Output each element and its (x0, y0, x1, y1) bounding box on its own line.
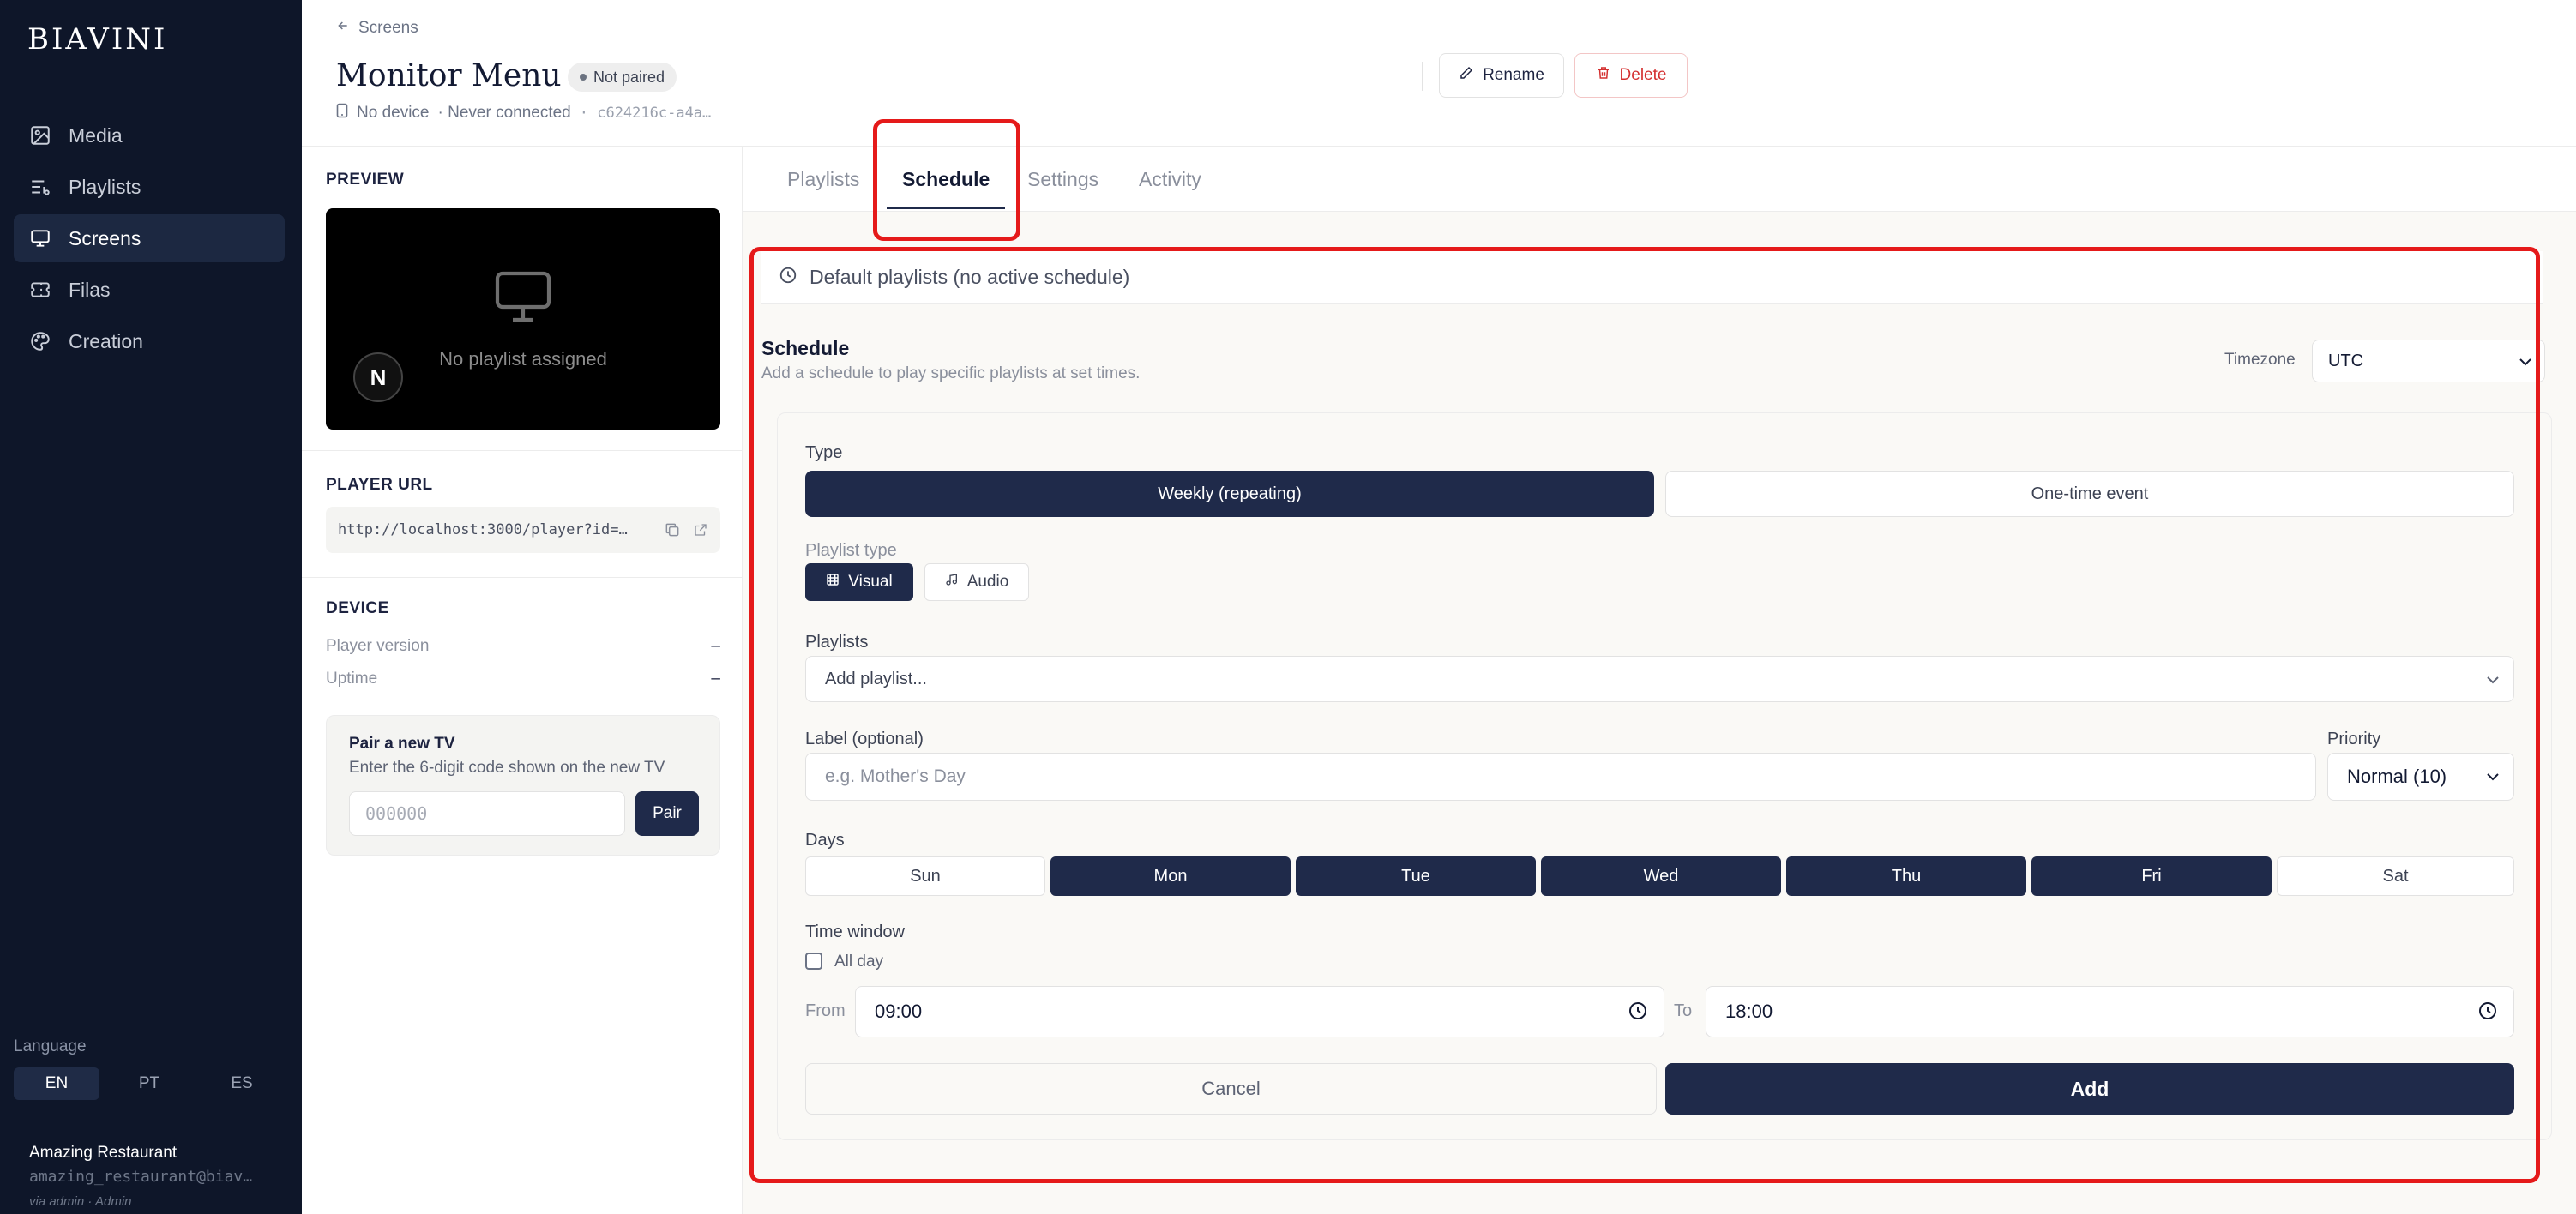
device-row-player-version: Player version – (326, 637, 720, 656)
pair-title: Pair a new TV (349, 735, 455, 753)
status-badge: Not paired (568, 63, 677, 92)
pencil-icon (1459, 65, 1474, 86)
arrow-left-icon (336, 19, 350, 38)
account-name[interactable]: Amazing Restaurant (29, 1144, 177, 1163)
screen-meta: No device · Never connected · c624216c-a… (336, 103, 711, 123)
divider (302, 577, 743, 578)
pair-button[interactable]: Pair (635, 791, 699, 836)
lang-pt-button[interactable]: PT (106, 1067, 192, 1100)
tab-playlists[interactable]: Playlists (787, 147, 859, 212)
monitor-icon (29, 227, 51, 249)
ticket-icon (29, 279, 51, 301)
highlight-schedule-form (749, 247, 2540, 1183)
device-status: No device (357, 104, 430, 122)
connection-status: · Never connected (437, 104, 571, 122)
sidebar-item-label: Playlists (69, 175, 141, 198)
header-divider (1422, 62, 1423, 91)
main-content: Screens Monitor Menu Not paired No devic… (302, 0, 2576, 1214)
rename-label: Rename (1483, 66, 1544, 84)
device-title: DEVICE (326, 599, 389, 617)
pair-subtitle: Enter the 6-digit code shown on the new … (349, 759, 665, 777)
lang-es-button[interactable]: ES (199, 1067, 285, 1100)
image-icon (29, 124, 51, 147)
player-url-title: PLAYER URL (326, 476, 433, 494)
schedule-panel: Playlists Schedule Settings Activity Def… (743, 119, 2576, 1214)
delete-button[interactable]: Delete (1574, 53, 1688, 98)
screen-side-panel: PREVIEW No playlist assigned N PLAYER UR… (302, 147, 743, 1214)
sidebar-item-playlists[interactable]: Playlists (14, 163, 285, 211)
logo[interactable]: BIAVINI (27, 22, 167, 57)
player-url-value: http://localhost:3000/player?id=… (338, 521, 628, 538)
device-row-label: Uptime (326, 670, 378, 688)
screen-id[interactable]: · c624216c-a4a… (580, 105, 712, 122)
sidebar-item-media[interactable]: Media (14, 111, 285, 159)
device-row-value: – (711, 637, 720, 655)
copy-icon[interactable] (664, 521, 681, 538)
device-row-uptime: Uptime – (326, 670, 720, 688)
device-row-label: Player version (326, 637, 430, 655)
pair-code-input[interactable]: 000000 (349, 791, 625, 836)
monitor-icon (491, 268, 555, 329)
trash-icon (1596, 65, 1611, 86)
back-link-label: Screens (358, 19, 418, 37)
account-email: amazing_restaurant@biav… (29, 1168, 253, 1186)
delete-label: Delete (1619, 66, 1667, 84)
sidebar-nav: Media Playlists Screens Filas Creation (14, 111, 285, 369)
tab-settings[interactable]: Settings (1027, 147, 1098, 212)
preview-avatar: N (353, 352, 403, 402)
sidebar-item-label: Creation (69, 329, 143, 352)
status-badge-label: Not paired (593, 68, 665, 86)
sidebar-item-screens[interactable]: Screens (14, 214, 285, 262)
back-link[interactable]: Screens (336, 19, 418, 38)
language-label: Language (14, 1037, 87, 1055)
sidebar-item-filas[interactable]: Filas (14, 266, 285, 314)
sidebar-item-label: Filas (69, 278, 111, 301)
sidebar-item-label: Media (69, 123, 123, 147)
screen-preview[interactable]: No playlist assigned N (326, 208, 720, 430)
sidebar: BIAVINI Media Playlists Screens Filas Cr… (0, 0, 302, 1214)
pair-tv-card: Pair a new TV Enter the 6-digit code sho… (326, 715, 720, 856)
highlight-schedule-tab (873, 119, 1020, 241)
preview-title: PREVIEW (326, 171, 405, 189)
page-title: Monitor Menu (336, 58, 562, 93)
status-dot (580, 74, 587, 81)
device-row-value: – (711, 670, 720, 688)
account-role: via admin · Admin (29, 1194, 132, 1209)
divider (302, 450, 743, 451)
playlist-icon (29, 176, 51, 198)
rename-button[interactable]: Rename (1439, 53, 1564, 98)
player-url-field[interactable]: http://localhost:3000/player?id=… (326, 507, 720, 553)
sidebar-item-label: Screens (69, 226, 141, 249)
palette-icon (29, 330, 51, 352)
language-switcher: EN PT ES (14, 1067, 285, 1100)
tab-activity[interactable]: Activity (1139, 147, 1201, 212)
sidebar-item-creation[interactable]: Creation (14, 317, 285, 365)
lang-en-button[interactable]: EN (14, 1067, 99, 1100)
external-link-icon[interactable] (693, 522, 708, 538)
device-icon (336, 103, 348, 123)
